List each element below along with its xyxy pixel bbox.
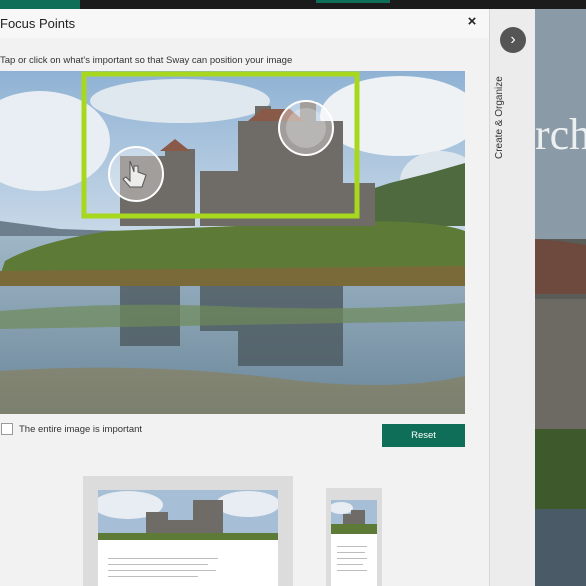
entire-image-label: The entire image is important xyxy=(19,424,143,435)
create-organize-panel: › Create & Organize xyxy=(489,9,536,586)
entire-image-checkbox[interactable] xyxy=(1,423,13,435)
dialog-header: Focus Points × xyxy=(0,9,489,38)
preview-landscape[interactable] xyxy=(83,476,293,586)
reset-button[interactable]: Reset xyxy=(382,424,465,447)
dialog-title: Focus Points xyxy=(0,16,76,31)
preview-portrait-card xyxy=(331,500,377,586)
top-bar xyxy=(0,0,586,9)
focus-point-marker xyxy=(278,100,334,156)
preview-landscape-card xyxy=(98,490,278,586)
focus-point-marker xyxy=(108,146,164,202)
top-tab-accent xyxy=(0,0,80,9)
top-tab-indicator xyxy=(316,0,390,3)
focus-points-dialog: Focus Points × Tap or click on what's im… xyxy=(0,9,489,586)
focus-image[interactable] xyxy=(0,71,465,414)
preview-portrait[interactable] xyxy=(326,488,382,586)
instruction-text: Tap or click on what's important so that… xyxy=(0,55,293,66)
create-organize-label[interactable]: Create & Organize xyxy=(494,76,505,159)
chevron-right-icon[interactable]: › xyxy=(500,27,526,53)
background-sway-content: rch xyxy=(535,9,586,586)
background-heading: rch xyxy=(535,110,586,159)
close-icon[interactable]: × xyxy=(462,12,482,32)
